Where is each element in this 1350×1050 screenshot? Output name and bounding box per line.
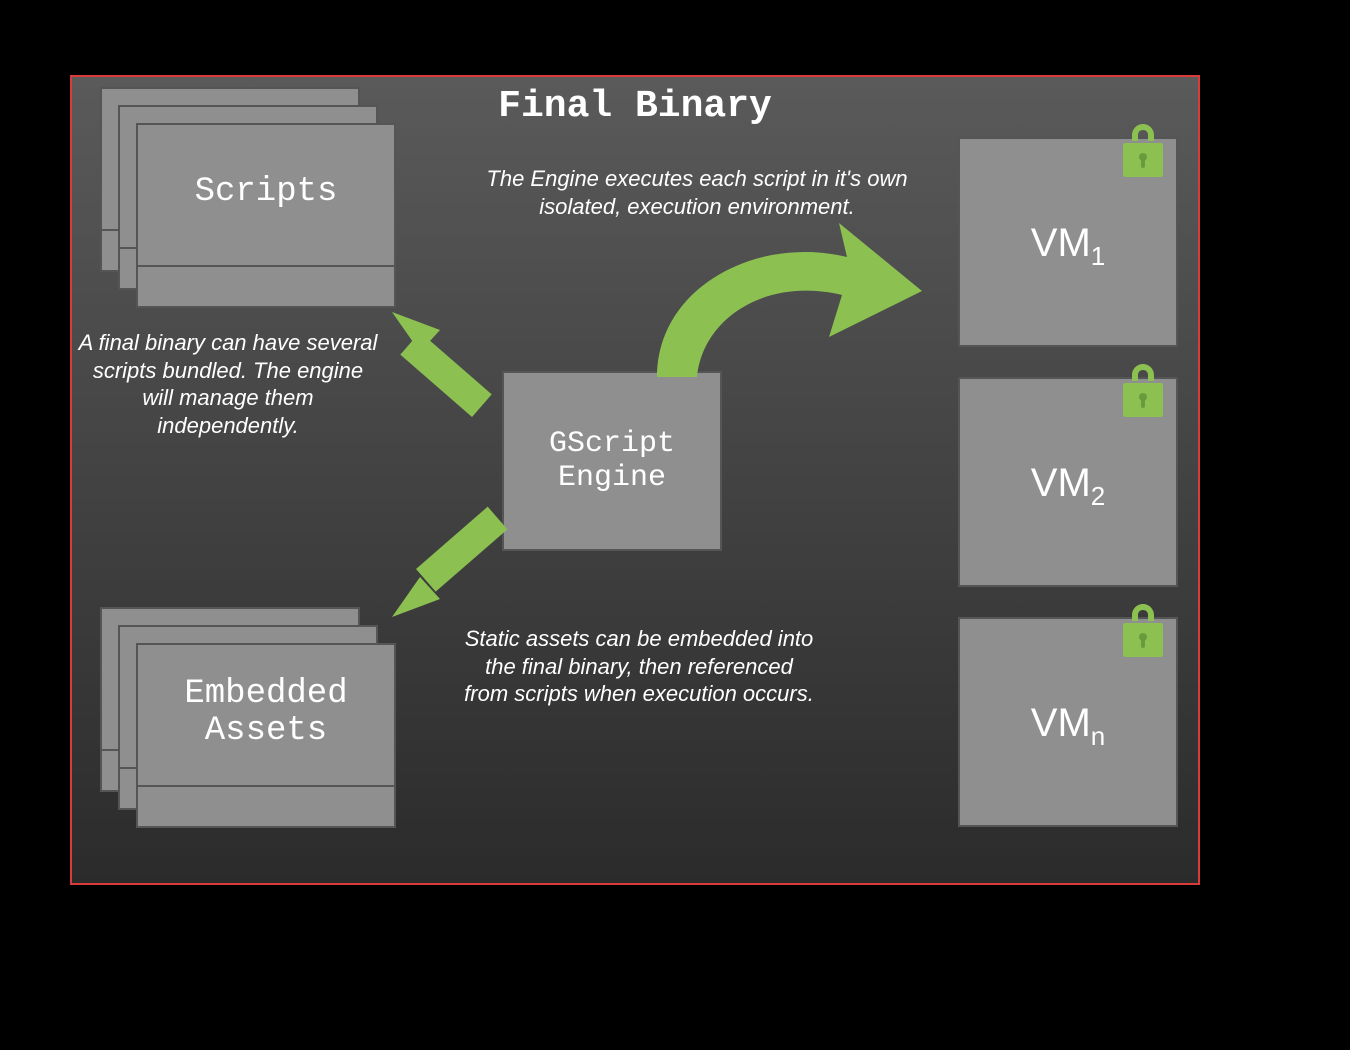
engine-box: GScript Engine bbox=[502, 371, 722, 551]
assets-label-line2: Assets bbox=[205, 712, 327, 750]
caption-engine: The Engine executes each script in it's … bbox=[482, 165, 912, 220]
arrow-engine-to-vms bbox=[617, 217, 927, 387]
vmn-label: VMn bbox=[960, 701, 1176, 752]
lock-icon bbox=[1118, 599, 1168, 659]
arrow-engine-to-assets bbox=[392, 497, 522, 617]
arrow-engine-to-scripts bbox=[392, 312, 522, 432]
engine-label-line2: Engine bbox=[558, 461, 666, 495]
caption-assets: Static assets can be embedded into the f… bbox=[464, 625, 814, 708]
lock-icon bbox=[1118, 119, 1168, 179]
scripts-label: Scripts bbox=[136, 123, 396, 263]
assets-label: Embedded Assets bbox=[136, 643, 396, 783]
lock-icon bbox=[1118, 359, 1168, 419]
vm-box-n: VMn bbox=[958, 617, 1178, 827]
final-binary-frame: Final Binary The Engine executes each sc… bbox=[70, 75, 1200, 885]
vm-box-2: VM2 bbox=[958, 377, 1178, 587]
engine-label-line1: GScript bbox=[549, 427, 675, 461]
vm-box-1: VM1 bbox=[958, 137, 1178, 347]
assets-label-line1: Embedded bbox=[184, 675, 347, 713]
vm2-label: VM2 bbox=[960, 461, 1176, 512]
vm1-label: VM1 bbox=[960, 221, 1176, 272]
caption-scripts: A final binary can have several scripts … bbox=[78, 329, 378, 439]
